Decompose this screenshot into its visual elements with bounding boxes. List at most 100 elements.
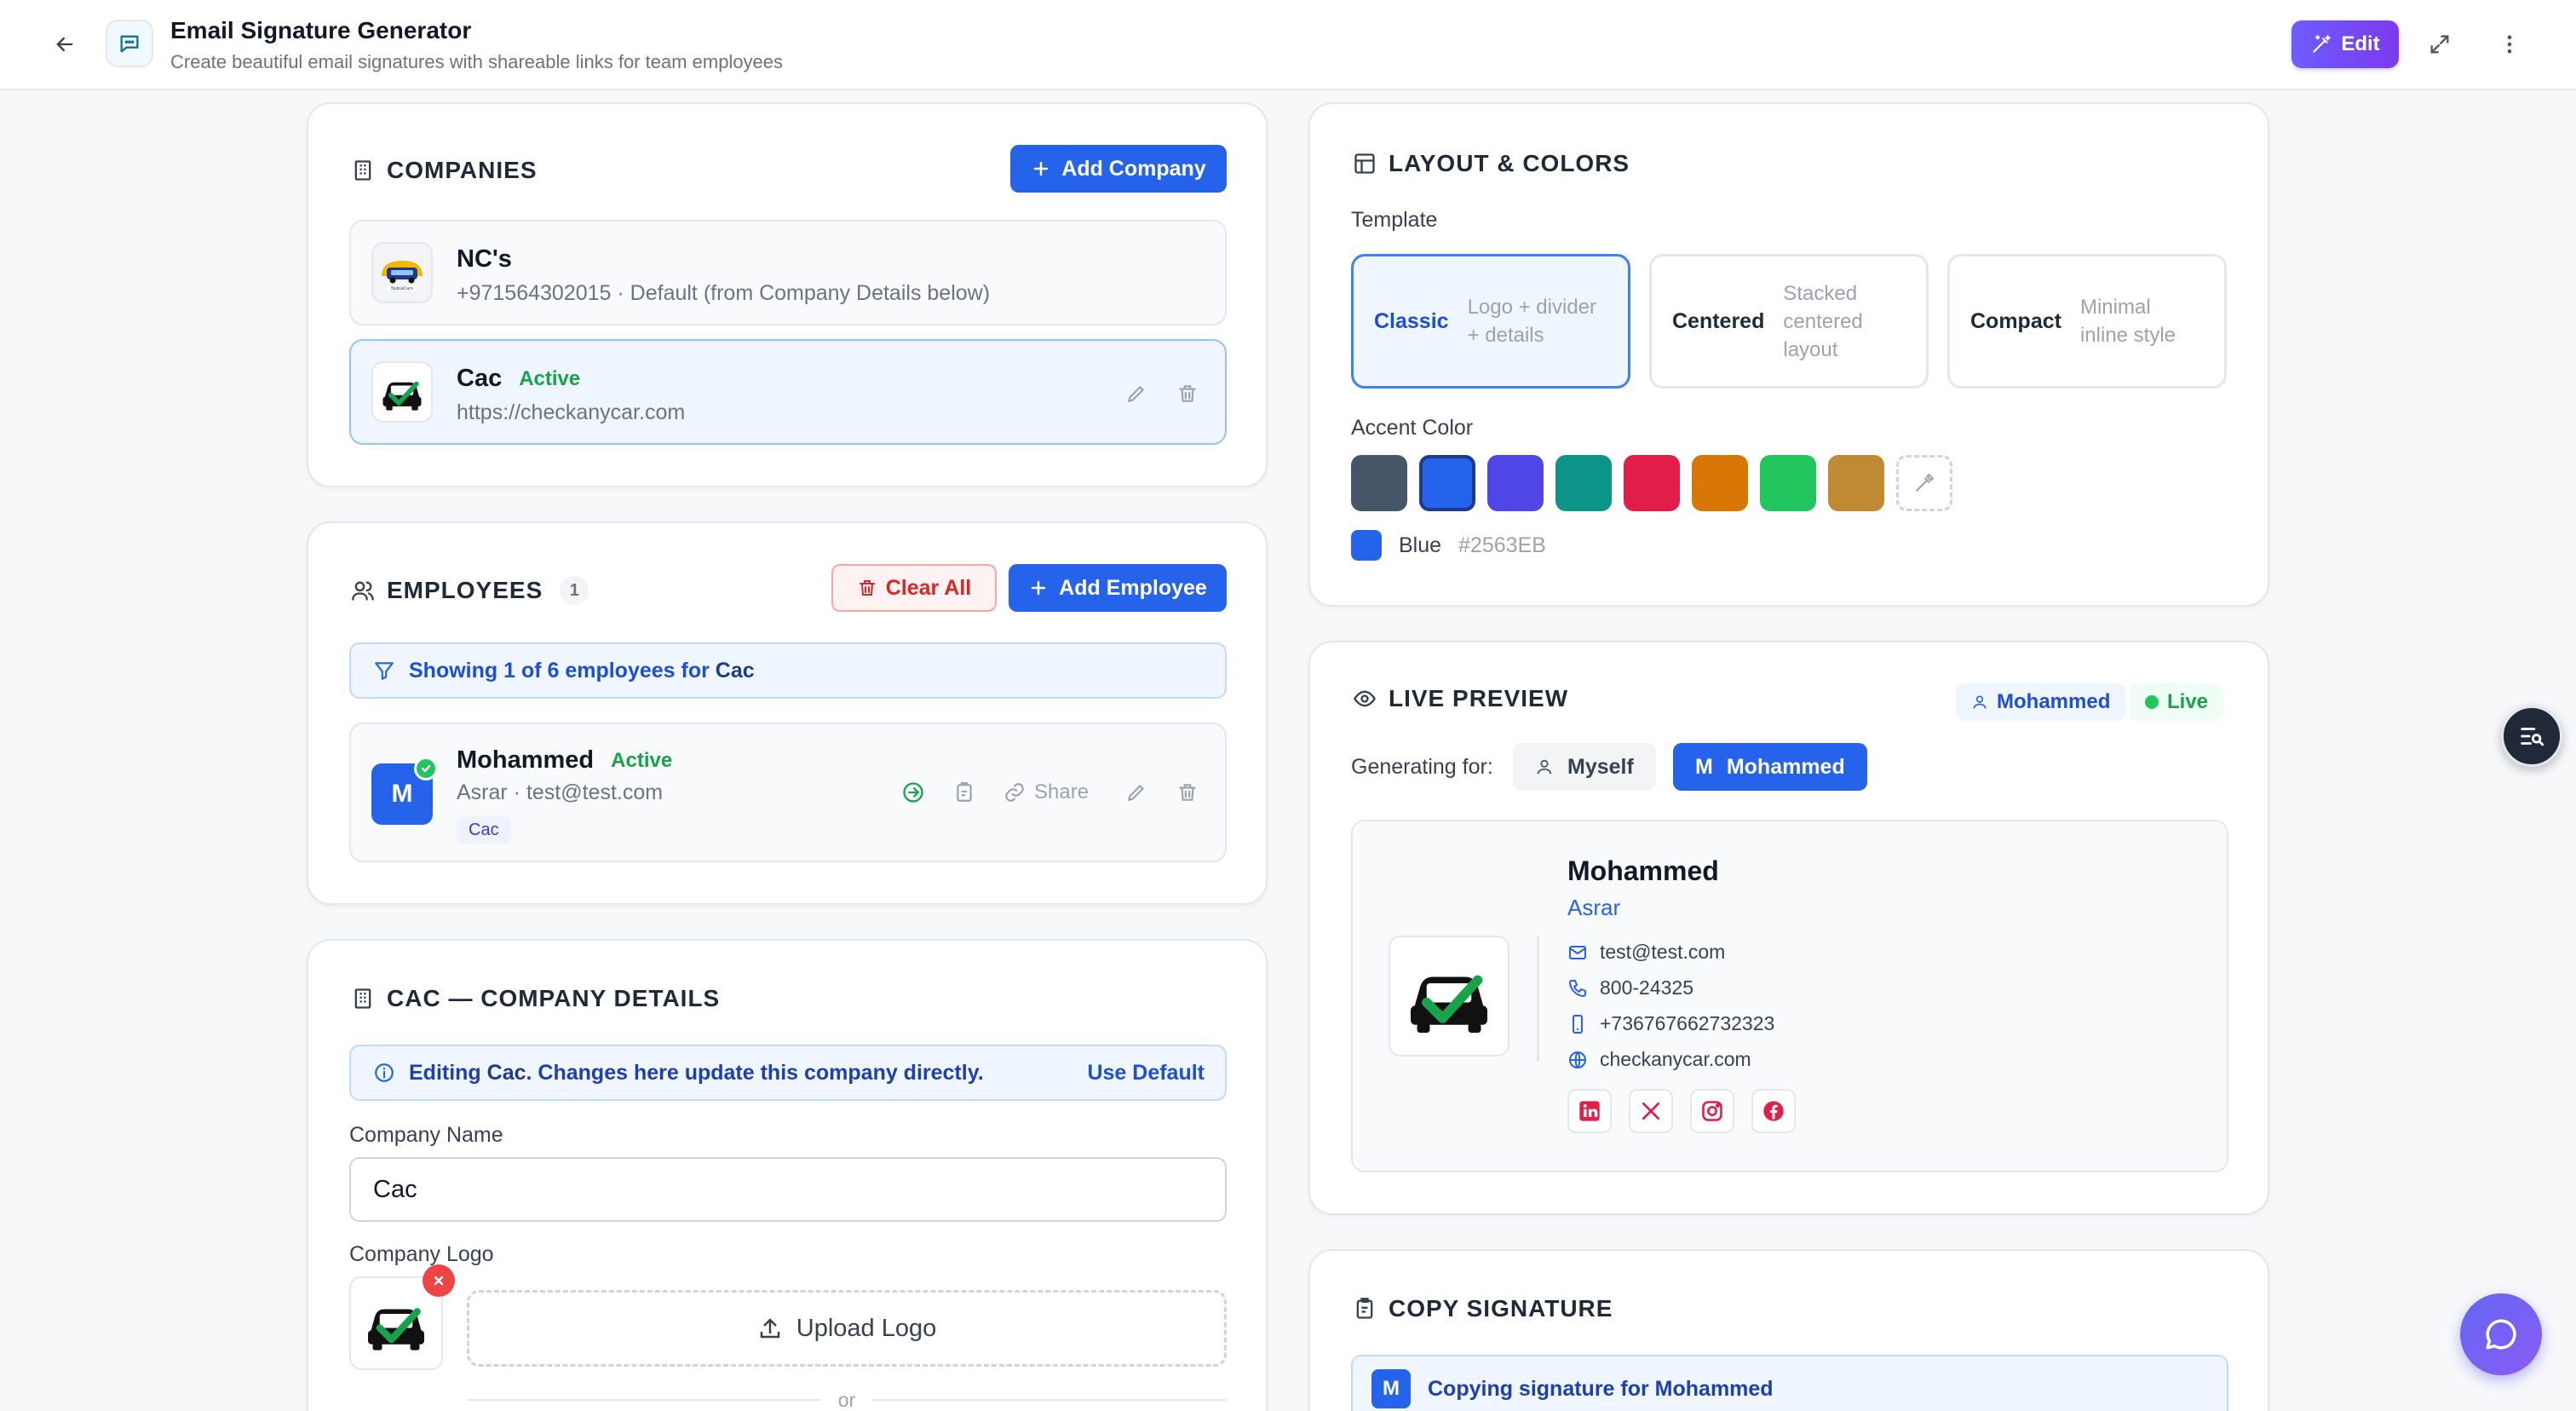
copying-for-banner: M Copying signature for Mohammed [1351,1355,2228,1411]
accent-swatch[interactable] [1555,455,1612,511]
company-name: Cac [457,365,503,392]
edit-company-button[interactable] [1121,378,1152,409]
expand-button[interactable] [2421,26,2458,63]
upload-logo-button[interactable]: Upload Logo [467,1290,1227,1367]
accent-swatch[interactable] [1692,455,1748,511]
edit-label: Edit [2341,32,2380,55]
building-icon [354,988,371,1009]
employee-name-row: Mohammed Active [457,746,672,775]
copy-avatar: M [1371,1369,1411,1408]
filter-icon [375,662,394,680]
floating-menu-button[interactable] [2501,706,2562,767]
accent-color-label: Accent Color [1351,416,1474,440]
template-desc: Logo + divider [1467,296,1597,319]
template-desc: Minimal [2079,296,2151,319]
plus-icon [1031,580,1046,596]
live-status-chip: Live [2130,683,2224,721]
edit-button[interactable]: Edit [2291,20,2399,68]
x-twitter-icon[interactable] [1629,1089,1673,1133]
signature-website: checkanycar.com [1567,1048,1751,1071]
preview-user-chip: Mohammed [1956,683,2126,721]
layout-icon [1354,153,1375,174]
arrow-left-icon [56,37,73,52]
employees-card: EMPLOYEES 1 Clear All Add Employee Showi… [307,521,1268,905]
expand-icon [2430,35,2449,54]
back-button[interactable] [48,27,82,61]
pencil-icon [1127,385,1145,403]
copy-banner-text: Copying signature for Mohammed [1428,1376,1774,1401]
company-logo-cac [371,361,433,423]
car-check-logo-icon [1411,975,1487,1034]
signature-preview: Mohammed Asrar test@test.com 800-24325 +… [1351,820,2228,1172]
use-default-link[interactable]: Use Default [1087,1061,1205,1086]
accent-swatch[interactable] [1760,455,1816,511]
accent-swatch[interactable] [1828,455,1884,511]
link-icon [1005,783,1024,802]
employee-filter-bar: Showing 1 of 6 employees for Cac [349,642,1227,699]
trash-icon [1179,784,1196,801]
live-preview-title: LIVE PREVIEW [1353,685,1568,712]
companies-title: COMPANIES [351,157,538,184]
company-item-cac[interactable]: Cac Active https://checkanycar.com [349,339,1227,445]
upload-icon [760,1318,779,1339]
globe-icon [1569,1051,1586,1068]
editing-info-bar: Editing Cac. Changes here update this co… [349,1045,1227,1101]
accent-swatch[interactable] [1624,455,1680,511]
delete-company-button[interactable] [1172,378,1203,409]
more-options-button[interactable] [2491,26,2528,63]
logo-wordmark: NubiaCars [391,286,413,291]
add-company-button[interactable]: Add Company [1010,145,1227,193]
info-prefix: Editing [409,1060,487,1085]
share-button[interactable]: Share [1003,777,1089,808]
signature-logo [1389,936,1509,1057]
template-label: Template [1351,208,1438,232]
mail-icon [1569,945,1586,959]
company-item-ncs[interactable]: NubiaCars NC's +971564302015 · Default (… [349,220,1227,325]
generate-for-mohammed[interactable]: M Mohammed [1673,743,1867,791]
signature-role: Asrar [1567,895,1621,920]
employee-name: Mohammed [457,746,595,774]
layout-colors-card: LAYOUT & COLORS Template Classic Logo + … [1308,102,2269,607]
employee-item[interactable]: M Mohammed Active Asrar · test@test.com … [349,723,1227,862]
facebook-icon[interactable] [1751,1089,1796,1133]
eyedropper-icon [1916,473,1935,492]
filter-company: Cac [715,658,755,682]
clear-all-button[interactable]: Clear All [831,564,997,612]
magic-wand-icon [2313,35,2332,53]
edit-employee-button[interactable] [1121,777,1152,808]
signature-name: Mohammed [1567,855,1719,886]
add-employee-button[interactable]: Add Employee [1009,564,1227,612]
copy-signature-button[interactable] [949,777,980,808]
clipboard-icon [1356,1298,1373,1319]
copy-signature-card: COPY SIGNATURE M Copying signature for M… [1308,1249,2269,1411]
remove-logo-button[interactable] [423,1264,455,1297]
company-name-input[interactable]: Cac [349,1157,1227,1222]
linkedin-icon[interactable] [1567,1089,1612,1133]
chat-bubble-icon [2486,1319,2516,1350]
building-icon [354,160,371,181]
template-desc: layout [1783,337,1838,361]
accent-swatch[interactable] [1487,455,1544,511]
template-compact[interactable]: Compact Minimal inline style [1947,254,2227,389]
company-name-row: Cac Active [457,365,580,393]
selected-color-dot [1351,530,1382,561]
employees-title: EMPLOYEES 1 [351,576,589,605]
company-details-card: CAC — COMPANY DETAILS Editing Cac. Chang… [307,939,1268,1411]
plus-icon [1034,161,1049,176]
generate-for-myself[interactable]: Myself [1513,743,1656,791]
chat-support-button[interactable] [2460,1293,2542,1375]
custom-color-picker[interactable] [1896,455,1952,511]
template-centered[interactable]: Centered Stacked centered layout [1649,254,1929,389]
delete-employee-button[interactable] [1172,777,1203,808]
or-label: or [837,1388,856,1411]
live-dot [2145,695,2159,709]
open-link-button[interactable] [898,777,929,808]
instagram-icon[interactable] [1690,1089,1734,1133]
accent-swatch[interactable] [1419,455,1475,511]
accent-swatch[interactable] [1351,455,1407,511]
signature-phone: 800-24325 [1567,976,1693,999]
trash-icon [1179,385,1196,402]
template-name: Centered [1672,308,1765,333]
company-url: https://checkanycar.com [457,400,686,424]
template-classic[interactable]: Classic Logo + divider + details [1351,254,1630,389]
